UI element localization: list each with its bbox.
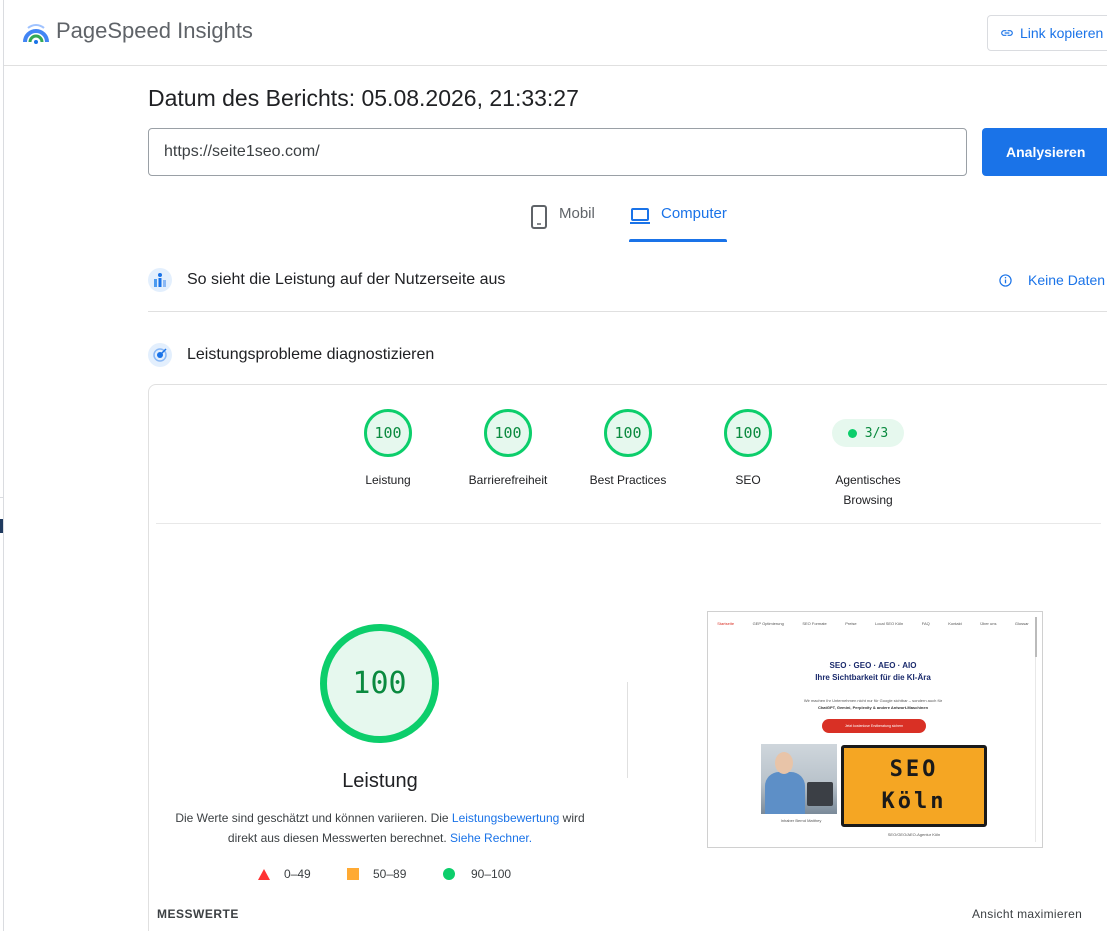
- thumbnail-portrait-photo: [761, 744, 837, 814]
- gauge-seo[interactable]: 100: [724, 409, 772, 457]
- legend-good: 90–100: [443, 867, 511, 881]
- square-icon: [347, 868, 359, 880]
- copy-link-button[interactable]: Link kopieren: [987, 15, 1107, 51]
- thumbnail-caption-right: SEO/GEO/AEO-Agentur Köln: [887, 832, 941, 837]
- thumbnail-scrollbar: [1035, 617, 1037, 657]
- agentic-label-line2: Browsing: [843, 493, 893, 507]
- lab-diagnose-icon: [148, 343, 172, 367]
- window-edge: [3, 0, 4, 931]
- active-tab-indicator: [629, 239, 727, 242]
- thumb-subtext-2: ChatGPT, Gemini, Perplexity & andere Ant…: [817, 705, 929, 710]
- thumb-nav-item: FAQ: [921, 621, 930, 626]
- performance-description: Die Werte sind geschätzt und können vari…: [175, 808, 585, 848]
- performance-scoring-link[interactable]: Leistungsbewertung: [452, 811, 559, 825]
- gauges-divider: [156, 523, 1101, 524]
- desc-text-1: Die Werte sind geschätzt und können vari…: [175, 811, 452, 825]
- agentic-label-line1: Agentisches: [835, 473, 901, 487]
- performance-gauge-large: 100: [320, 624, 439, 743]
- section-divider: [148, 311, 1107, 312]
- thumb-nav-item: Startseite: [717, 621, 735, 626]
- gauge-performance[interactable]: 100: [364, 409, 412, 457]
- diagnose-title: Leistungsprobleme diagnostizieren: [187, 346, 435, 363]
- tab-mobile[interactable]: Mobil: [529, 205, 595, 243]
- thumbnail-nav: Startseite GEP Optimierung SEO Formate P…: [708, 621, 1038, 631]
- thumb-nav-item: Local SEO Köln: [875, 621, 904, 626]
- thumbnail-caption-left: Inhaber Bernd Matthey: [780, 818, 822, 823]
- pagespeed-logo-icon: [23, 24, 49, 44]
- thumb-nav-item: Glossar: [1014, 621, 1029, 626]
- metrics-title: MESSWERTE: [157, 907, 239, 921]
- tab-desktop[interactable]: Computer: [629, 205, 727, 243]
- circle-icon: [443, 868, 455, 880]
- legend-average: 50–89: [347, 867, 406, 881]
- final-screenshot-thumbnail[interactable]: Startseite GEP Optimierung SEO Formate P…: [707, 611, 1043, 848]
- thumb-headline-1: SEO · GEO · AEO · AIO: [829, 661, 917, 670]
- thumbnail-city-sign: SEO Köln: [841, 745, 987, 827]
- app-title: PageSpeed Insights: [56, 18, 253, 43]
- laptop-icon: [630, 208, 650, 224]
- legend-poor: 0–49: [258, 867, 311, 881]
- gauge-performance-label: Leistung: [365, 473, 411, 487]
- thumbnail-cta: Jetzt kostenlose Erstberatung sichern: [822, 719, 926, 733]
- thumb-nav-item: Preise: [845, 621, 857, 626]
- calculator-link[interactable]: Siehe Rechner.: [450, 831, 532, 845]
- vertical-divider: [627, 682, 628, 778]
- sign-line-2: Köln: [881, 789, 947, 814]
- no-data-label: Keine Daten: [1028, 272, 1106, 288]
- copy-link-label: Link kopieren: [1020, 25, 1104, 41]
- analyze-button[interactable]: Analysieren: [982, 128, 1107, 176]
- url-input[interactable]: [148, 128, 967, 176]
- info-icon: [999, 273, 1012, 287]
- agentic-browsing-badge[interactable]: 3/3: [832, 419, 904, 447]
- tab-desktop-label: Computer: [661, 205, 727, 222]
- phone-icon: [531, 205, 547, 229]
- window-edge-mark: [0, 519, 3, 533]
- thumb-nav-item: GEP Optimierung: [752, 621, 784, 626]
- app-header: PageSpeed Insights Link kopieren: [4, 0, 1107, 66]
- thumb-nav-item: Über uns: [980, 621, 997, 626]
- tab-mobile-label: Mobil: [559, 205, 595, 222]
- legend-poor-label: 0–49: [284, 867, 311, 881]
- gauge-best-practices-label: Best Practices: [589, 473, 667, 487]
- gauge-accessibility[interactable]: 100: [484, 409, 532, 457]
- legend-good-label: 90–100: [471, 867, 512, 881]
- field-data-section: So sieht die Leistung auf der Nutzerseit…: [148, 268, 505, 292]
- thumbnail-subtext: Wir machen Ihr Unternehmen nicht nur für…: [748, 697, 998, 711]
- thumb-nav-item: SEO Formate: [802, 621, 827, 626]
- gauge-seo-label: SEO: [735, 473, 761, 487]
- thumbnail-headline: SEO · GEO · AEO · AIO Ihre Sichtbarkeit …: [708, 660, 1038, 684]
- users-chart-icon: [148, 268, 172, 292]
- thumb-headline-2: Ihre Sichtbarkeit für die KI-Ära: [815, 673, 931, 682]
- triangle-icon: [258, 868, 270, 880]
- gauge-accessibility-label: Barrierefreiheit: [468, 473, 548, 487]
- link-icon: [1001, 30, 1013, 36]
- field-data-title: So sieht die Leistung auf der Nutzerseit…: [187, 271, 506, 288]
- thumb-nav-item: Kontakt: [948, 621, 962, 626]
- sign-line-1: SEO: [889, 757, 939, 782]
- diagnose-section: Leistungsprobleme diagnostizieren: [148, 343, 434, 367]
- pass-dot-icon: [847, 428, 857, 438]
- report-date: Datum des Berichts: 05.08.2026, 21:33:27: [148, 85, 579, 111]
- gauge-best-practices[interactable]: 100: [604, 409, 652, 457]
- no-data-link[interactable]: Keine Daten: [999, 272, 1105, 288]
- legend-average-label: 50–89: [373, 867, 407, 881]
- thumb-subtext-1: Wir machen Ihr Unternehmen nicht nur für…: [803, 698, 943, 703]
- window-edge-tick: [0, 497, 4, 498]
- performance-label: Leistung: [342, 770, 418, 792]
- expand-view-button[interactable]: Ansicht maximieren: [972, 907, 1082, 921]
- agentic-value: 3/3: [864, 425, 889, 441]
- agentic-label: Agentisches Browsing: [808, 470, 928, 510]
